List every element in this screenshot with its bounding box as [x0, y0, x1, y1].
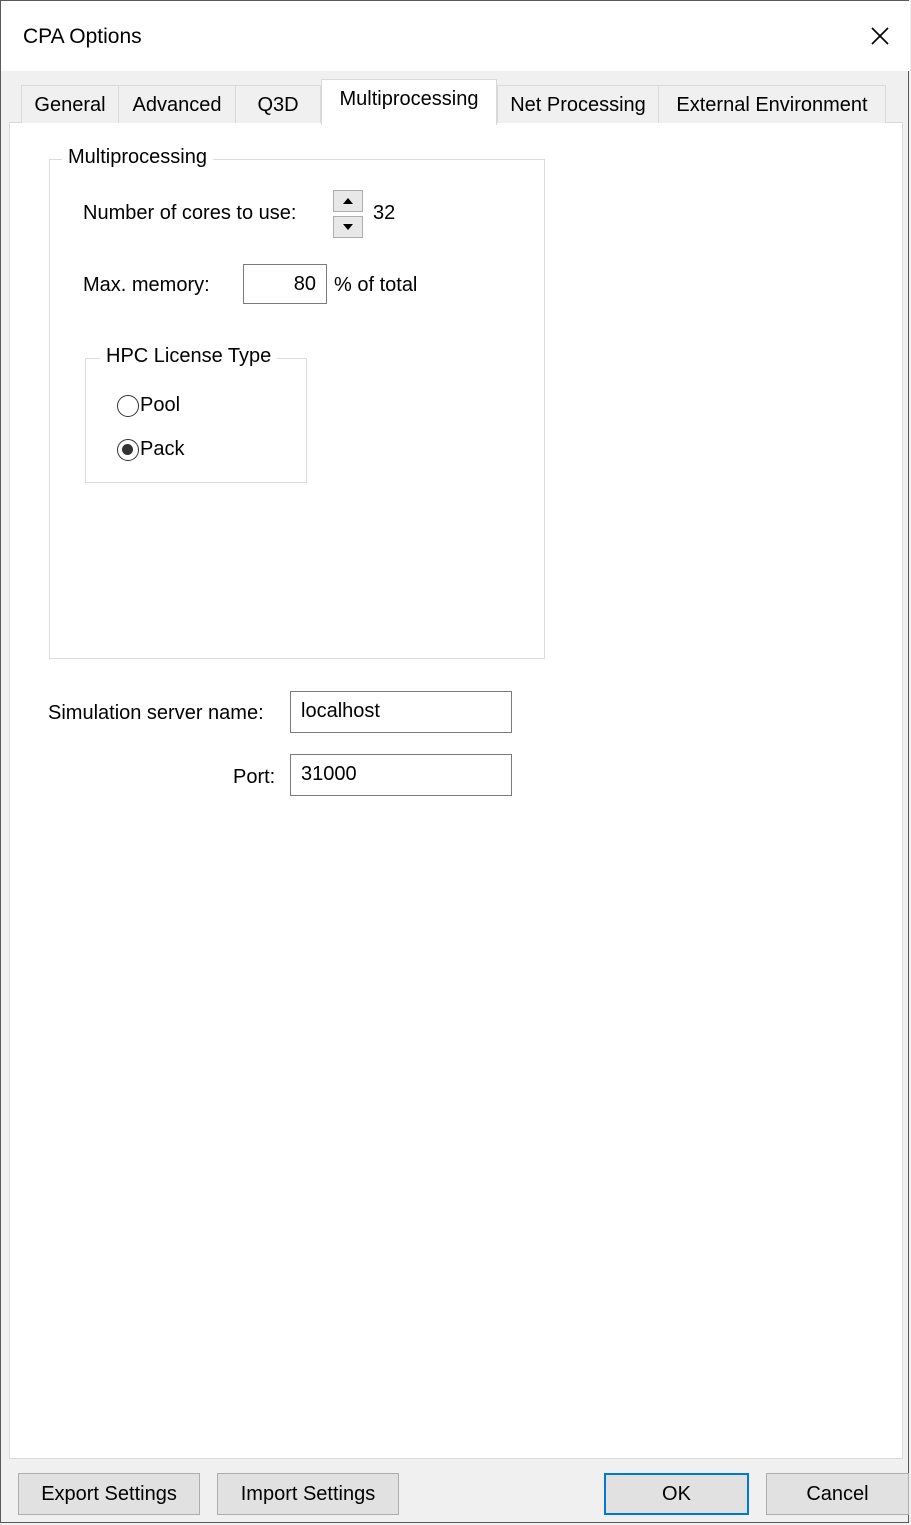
tab-external-environment[interactable]: External Environment [658, 85, 886, 123]
pack-radio-label[interactable]: Pack [140, 438, 184, 461]
cores-spinner[interactable] [333, 190, 363, 238]
radio-selected-dot [122, 444, 133, 455]
license-type-group: HPC License Type Pool Pack [85, 345, 307, 483]
tab-page-multiprocessing: Multiprocessing Number of cores to use: … [9, 122, 903, 1459]
window-title: CPA Options [23, 25, 142, 48]
license-type-group-label: HPC License Type [100, 345, 278, 368]
arrow-up-icon [343, 198, 353, 204]
arrow-down-icon [343, 224, 353, 230]
port-input[interactable]: 31000 [290, 754, 512, 796]
memory-suffix: % of total [334, 274, 418, 296]
tab-net-processing[interactable]: Net Processing [497, 85, 659, 123]
title-bar[interactable]: CPA Options [1, 1, 910, 71]
multiprocessing-group: Multiprocessing Number of cores to use: … [49, 146, 545, 659]
tab-q3d[interactable]: Q3D [235, 85, 321, 123]
memory-label: Max. memory: [83, 274, 210, 296]
ok-button[interactable]: OK [604, 1473, 749, 1515]
export-settings-button[interactable]: Export Settings [18, 1473, 200, 1515]
cores-label: Number of cores to use: [83, 202, 297, 224]
pack-radio[interactable] [117, 439, 139, 461]
tab-multiprocessing[interactable]: Multiprocessing [321, 79, 497, 125]
memory-input[interactable]: 80 [243, 264, 327, 304]
pool-radio-label[interactable]: Pool [140, 394, 180, 417]
close-button[interactable] [850, 1, 910, 71]
port-label: Port: [233, 766, 276, 788]
multiprocessing-group-label: Multiprocessing [62, 146, 213, 169]
server-name-input[interactable]: localhost [290, 691, 512, 733]
pool-radio[interactable] [117, 395, 139, 417]
tab-advanced[interactable]: Advanced [118, 85, 236, 123]
cores-decrement-button[interactable] [333, 216, 363, 238]
server-name-label: Simulation server name: [48, 702, 264, 724]
dialog-window: CPA Options Multiprocessing Number of co… [0, 0, 910, 1523]
close-icon [871, 27, 889, 45]
tab-general[interactable]: General [21, 85, 119, 123]
cancel-button[interactable]: Cancel [766, 1473, 909, 1515]
import-settings-button[interactable]: Import Settings [217, 1473, 399, 1515]
cores-value: 32 [373, 202, 396, 224]
cores-increment-button[interactable] [333, 190, 363, 212]
